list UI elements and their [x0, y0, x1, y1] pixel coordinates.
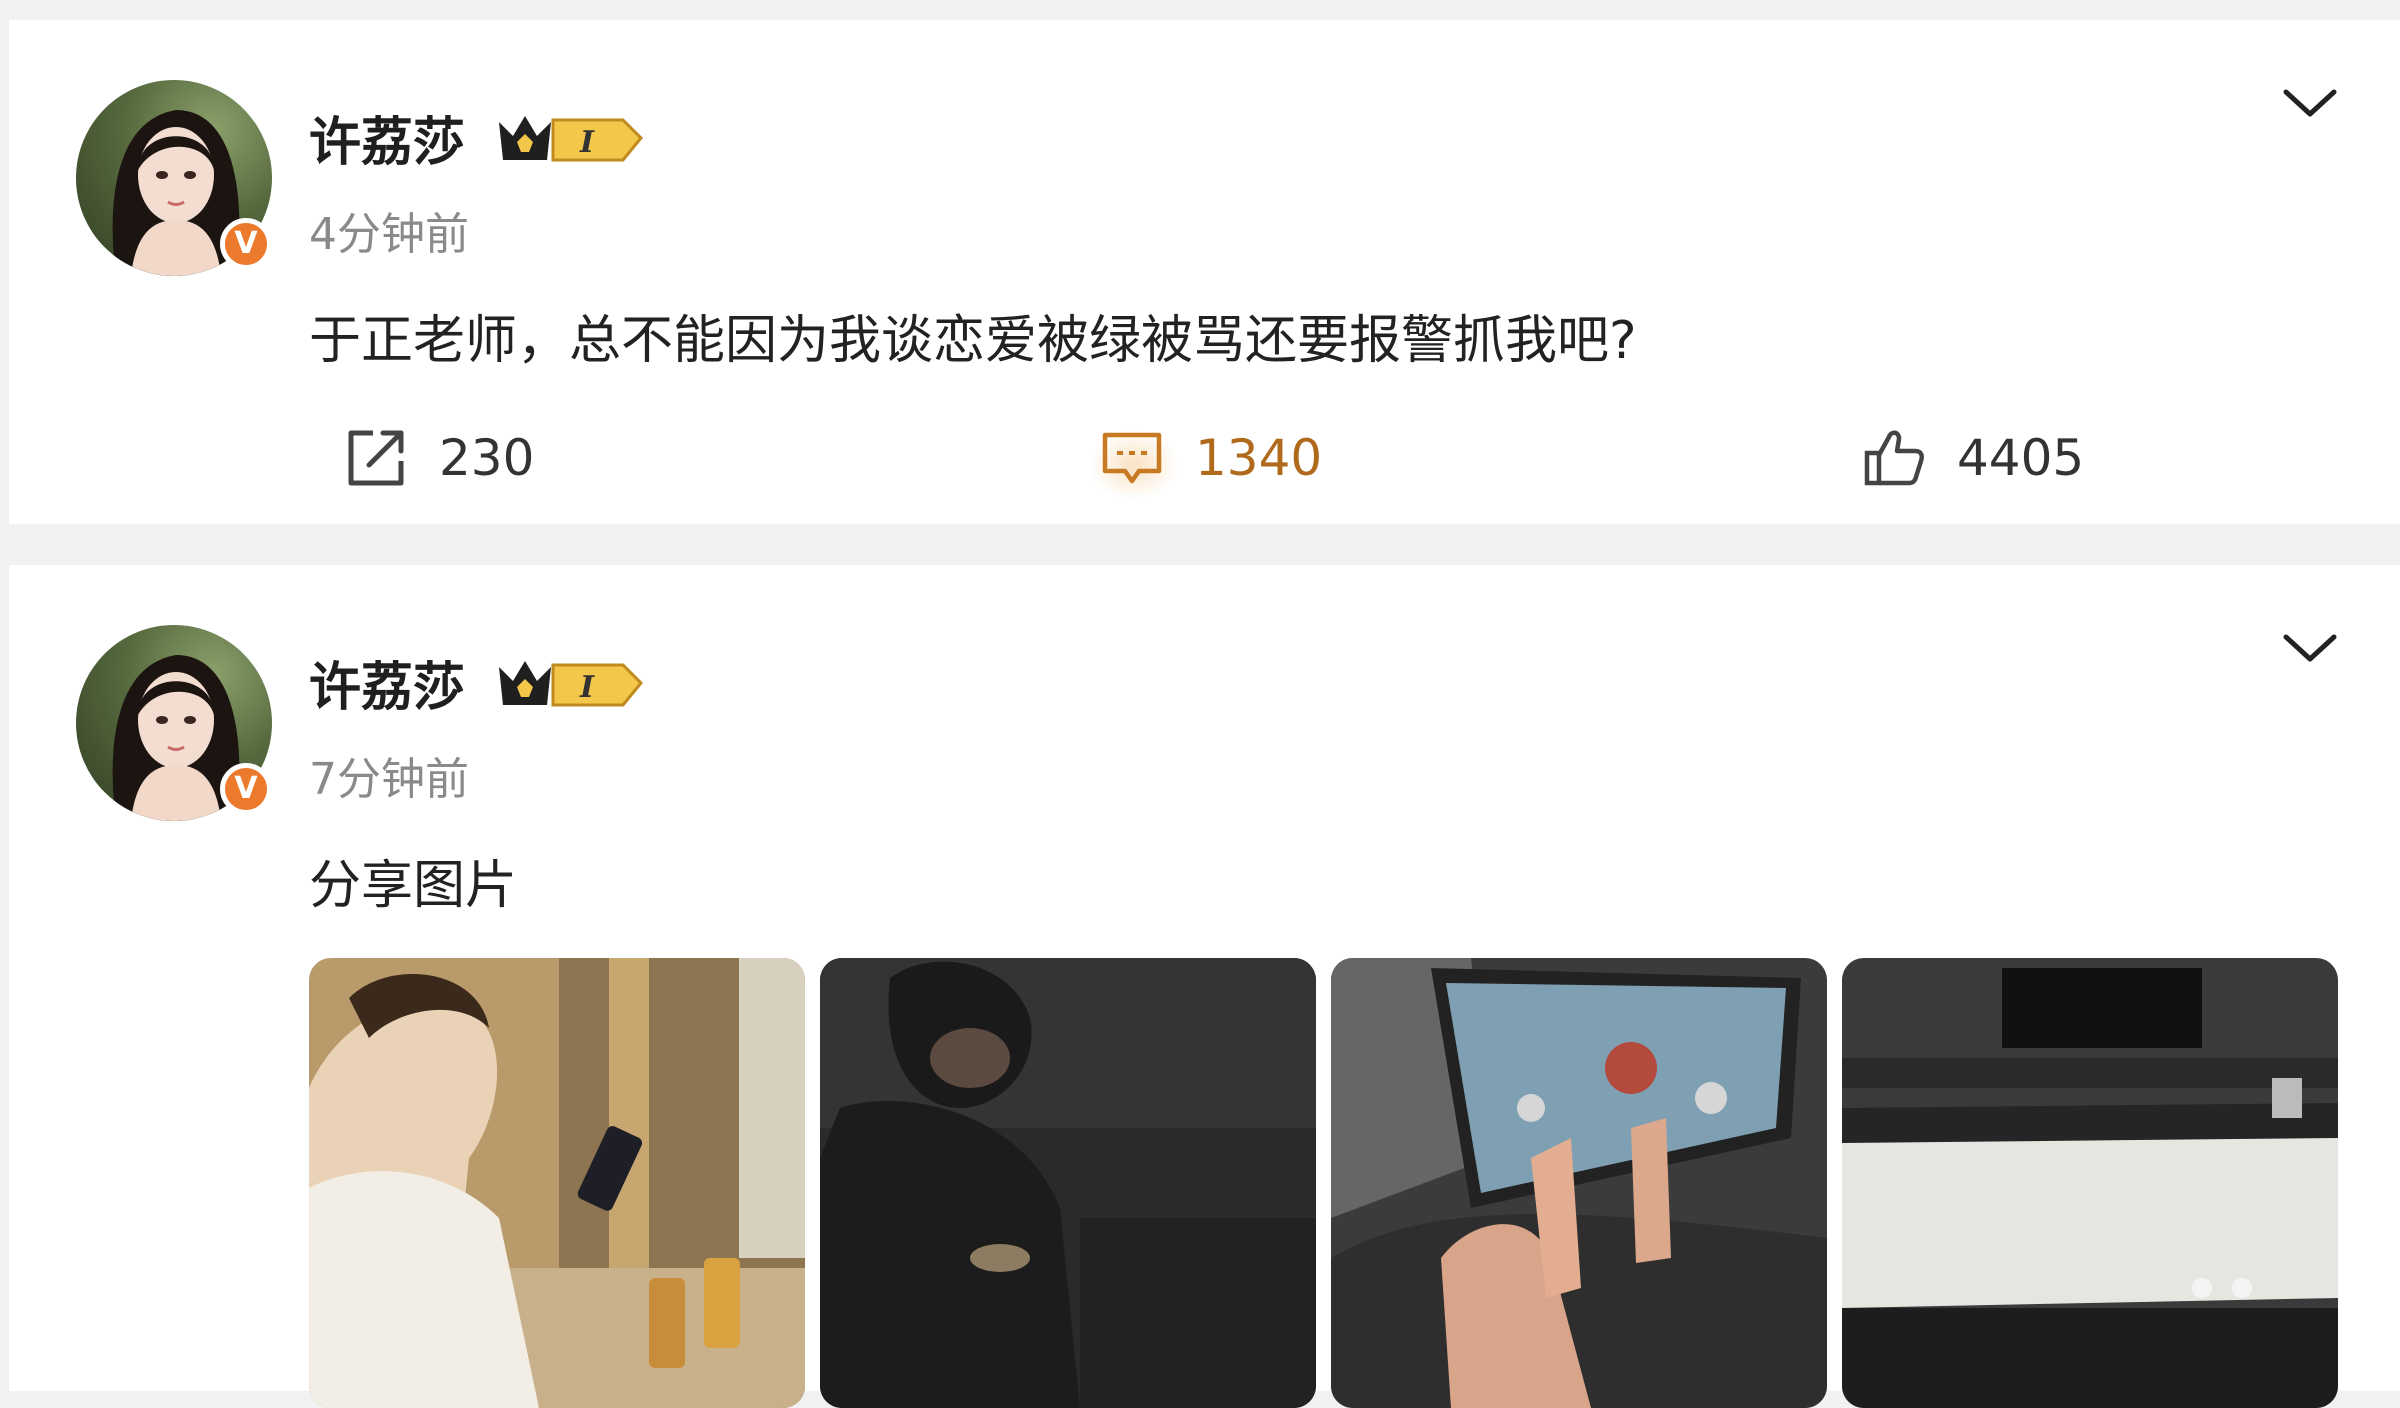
post-card: V 许荔莎 I 4分钟前 于正老师，总不能因为我谈恋爱被绿被骂还要报警抓我吧? …	[9, 20, 2400, 524]
username[interactable]: 许荔莎	[309, 645, 465, 720]
comment-count: 1340	[1195, 429, 1323, 487]
post-time: 4分钟前	[309, 209, 469, 260]
username[interactable]: 许荔莎	[309, 100, 465, 175]
repost-button[interactable]: 230	[343, 418, 534, 498]
post-card: V 许荔莎 I 7分钟前 分享图片	[9, 565, 2400, 1408]
verified-badge-icon: V	[220, 763, 272, 815]
image-thumbnail[interactable]	[309, 958, 805, 1408]
photo-hotel-bed-icon	[1842, 958, 2338, 1408]
like-count: 4405	[1957, 429, 2085, 487]
image-thumbnail[interactable]	[1842, 958, 2338, 1408]
share-icon	[348, 430, 404, 486]
vip-crown-icon: I	[499, 116, 644, 162]
post-time: 7分钟前	[309, 754, 469, 805]
post-text: 于正老师，总不能因为我谈恋爱被绿被骂还要报警抓我吧?	[309, 311, 1637, 371]
vip-level: I	[579, 125, 595, 160]
like-button[interactable]: 4405	[1861, 418, 2084, 498]
comment-button[interactable]: 1340	[1099, 418, 1322, 498]
photo-man-phone-icon	[309, 958, 805, 1408]
comment-icon	[1102, 432, 1162, 484]
vip-level: I	[579, 670, 595, 705]
image-grid	[309, 958, 2349, 1408]
repost-count: 230	[439, 429, 535, 487]
post-text: 分享图片	[309, 856, 518, 916]
photo-dark-room-icon	[820, 958, 1316, 1408]
chevron-down-icon[interactable]	[2280, 625, 2340, 669]
vip-crown-icon: I	[499, 661, 644, 707]
image-thumbnail[interactable]	[820, 958, 1316, 1408]
image-thumbnail[interactable]	[1331, 958, 1827, 1408]
verified-badge-icon: V	[220, 218, 272, 270]
chevron-down-icon[interactable]	[2280, 80, 2340, 124]
photo-tablet-game-icon	[1331, 958, 1827, 1408]
thumbs-up-icon	[1864, 430, 1924, 486]
